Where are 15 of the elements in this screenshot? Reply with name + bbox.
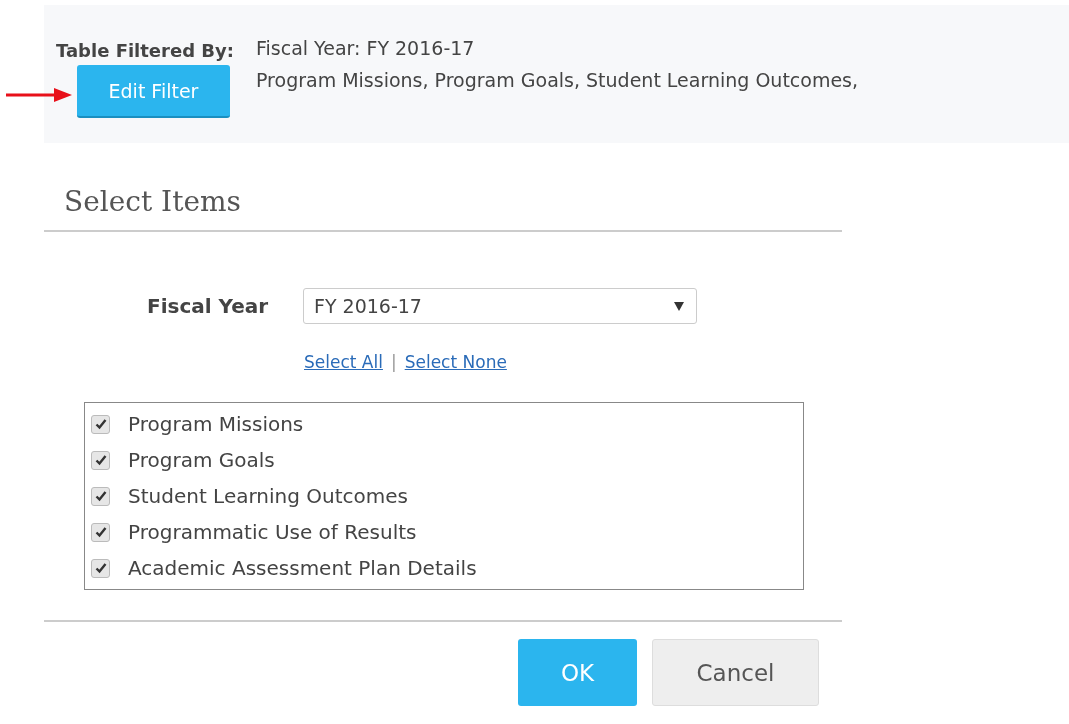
item-label: Program Missions (128, 412, 304, 436)
fiscal-year-label: Fiscal Year (147, 294, 270, 318)
dialog-title: Select Items (44, 143, 842, 232)
filter-text: Fiscal Year: FY 2016-17 (256, 37, 476, 59)
cancel-button[interactable]: Cancel (652, 639, 819, 706)
item-label: Programmatic Use of Results (128, 520, 417, 544)
item-label: Student Learning Outcomes (128, 484, 408, 508)
select-all-link[interactable]: Select All (304, 352, 383, 372)
fiscal-year-dropdown[interactable]: FY 2016-17 (303, 288, 697, 324)
item-label: Program Goals (128, 448, 275, 472)
link-separator: | (390, 352, 397, 372)
filter-text: Program Missions, Program Goals, Student Learning Outcomes, (256, 69, 859, 91)
filter-label: Table Filtered By: (56, 40, 234, 61)
item-label: Academic Assessment Plan Details (128, 556, 477, 580)
select-none-link[interactable]: Select None (404, 352, 507, 372)
